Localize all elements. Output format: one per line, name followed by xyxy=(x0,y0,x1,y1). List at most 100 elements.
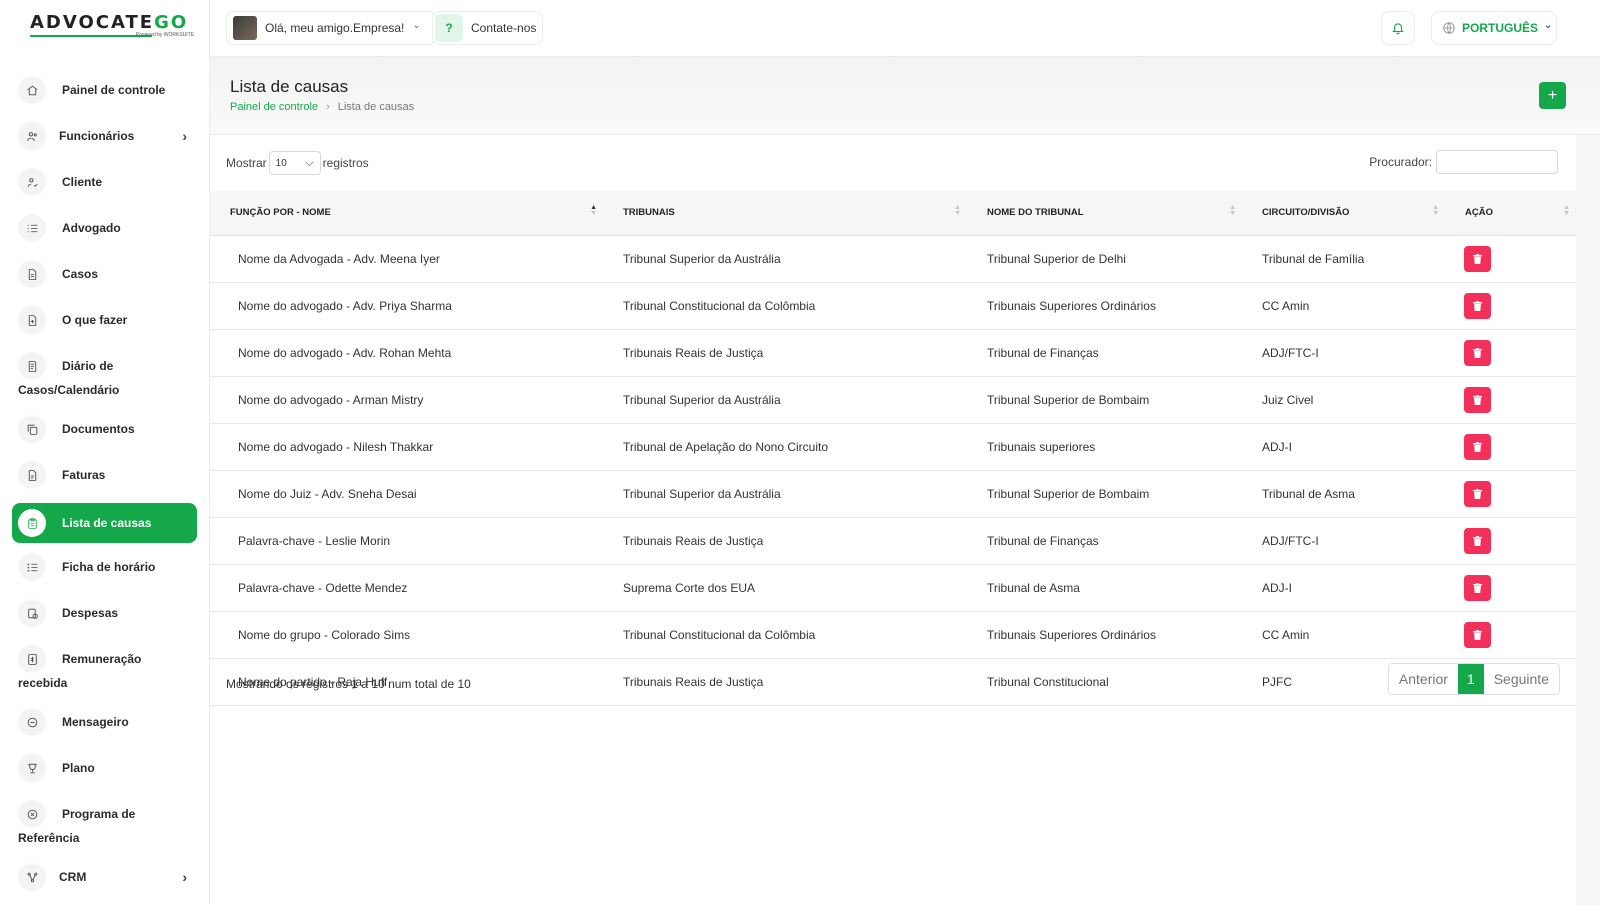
sidebar-item-label: Ficha de horário xyxy=(62,560,156,574)
table-cell: Nome do grupo - Colorado Sims xyxy=(210,611,603,659)
sidebar-item-label: Funcionários xyxy=(59,129,135,143)
table-cell: Nome do advogado - Nilesh Thakkar xyxy=(210,423,603,471)
trash-icon xyxy=(1473,441,1482,452)
delete-button[interactable] xyxy=(1464,386,1491,413)
delete-button[interactable] xyxy=(1464,433,1491,460)
table-row: Palavra-chave - Odette Mendez Suprema Cor… xyxy=(210,564,1576,612)
notifications-button[interactable] xyxy=(1381,11,1415,45)
delete-button[interactable] xyxy=(1464,245,1491,272)
table-cell: Nome do Juiz - Adv. Sneha Desai xyxy=(210,470,603,518)
sidebar-item-7[interactable]: Diário de Casos/Calendário xyxy=(12,352,197,402)
checklist-icon xyxy=(18,553,46,581)
sidebar-item-12[interactable]: Despesas xyxy=(12,599,197,627)
chevron-down-icon: ⌵ xyxy=(305,156,314,169)
file-icon xyxy=(18,260,46,288)
chevron-down-icon: ⌄ xyxy=(412,19,421,31)
user-check-icon xyxy=(18,168,46,196)
page-1-button[interactable]: 1 xyxy=(1457,664,1484,694)
sidebar-item-14[interactable]: Mensageiro xyxy=(12,708,197,736)
user-menu[interactable]: Olá, meu amigo.Empresa! ⌄ xyxy=(226,11,436,45)
table-cell: Tribunal Constitucional da Colômbia xyxy=(603,282,967,330)
home-icon xyxy=(18,76,46,104)
avatar xyxy=(233,16,257,40)
table-body: Nome da Advogada - Adv. Meena Iyer Tribun… xyxy=(210,235,1576,706)
sort-icon: ▲ ▼ xyxy=(954,204,961,217)
table-cell: Tribunal Superior da Austrália xyxy=(603,376,967,424)
table-cell: Tribunais Reais de Justiça xyxy=(603,517,967,565)
column-header-2[interactable]: TRIBUNAIS ▲ ▼ xyxy=(603,191,967,236)
sidebar-item-3[interactable]: Cliente xyxy=(12,168,197,196)
page-size-select[interactable]: 10 ⌵ xyxy=(268,151,321,175)
trash-icon xyxy=(1473,347,1482,358)
delete-button[interactable] xyxy=(1464,292,1491,319)
table-cell: Tribunal de Asma xyxy=(1242,470,1445,518)
table-cell: Tribunal de Finanças xyxy=(967,329,1242,377)
table-cell: Nome do advogado - Adv. Priya Sharma xyxy=(210,282,603,330)
column-header-1[interactable]: FUNÇÃO POR - NOME ▲ ▼ xyxy=(210,191,603,236)
table-row: Nome do grupo - Colorado Sims Tribunal Co… xyxy=(210,611,1576,659)
next-page-button[interactable]: Seguinte xyxy=(1483,664,1559,694)
chevron-down-icon: ⌄ xyxy=(1544,19,1553,31)
chat-icon xyxy=(18,708,46,736)
logo-underline xyxy=(30,35,152,37)
table-cell: CC Amin xyxy=(1242,282,1445,330)
prev-page-button[interactable]: Anterior xyxy=(1388,664,1458,694)
sidebar-item-label: Casos xyxy=(62,267,99,281)
sidebar-item-label: Documentos xyxy=(62,422,135,436)
table-cell: Palavra-chave - Leslie Morin xyxy=(210,517,603,565)
sidebar-item-5[interactable]: Casos xyxy=(12,260,197,288)
table-cell: Tribunal Superior de Bombaim xyxy=(967,470,1242,518)
search-label: Procurador: xyxy=(1369,155,1432,169)
sidebar-item-4[interactable]: Advogado xyxy=(12,214,197,242)
action-cell xyxy=(1445,376,1576,424)
expense-icon xyxy=(18,599,46,627)
breadcrumb: Painel de controle › Lista de causas xyxy=(230,101,1580,113)
breadcrumb-root-link[interactable]: Painel de controle xyxy=(230,101,318,113)
sidebar-item-8[interactable]: Documentos xyxy=(12,415,197,443)
page-title: Lista de causas xyxy=(230,77,349,96)
column-header-label: NOME DO TRIBUNAL xyxy=(987,207,1084,219)
sidebar-item-label: Remuneração xyxy=(62,652,142,666)
logo-text: ADVOCATEGO xyxy=(30,12,189,33)
trash-icon xyxy=(1473,535,1482,546)
add-cause-button[interactable]: + xyxy=(1539,82,1566,109)
column-header-label: TRIBUNAIS xyxy=(623,207,675,219)
sidebar-item-label: Cliente xyxy=(62,175,103,189)
sidebar-item-6[interactable]: O que fazer xyxy=(12,306,197,334)
table-header-row: FUNÇÃO POR - NOME ▲ ▼ TRIBUNAIS ▲ ▼ NOME DO TR… xyxy=(210,191,1576,236)
table-row: Nome do advogado - Nilesh Thakkar Tribuna… xyxy=(210,423,1576,471)
sidebar-item-1[interactable]: Painel de controle xyxy=(12,76,197,104)
search-input[interactable] xyxy=(1436,150,1558,174)
delete-button[interactable] xyxy=(1464,480,1491,507)
sidebar-item-16[interactable]: Programa de Referência xyxy=(12,800,197,850)
table-cell: Nome do advogado - Adv. Rohan Mehta xyxy=(210,329,603,377)
contact-button[interactable]: ? Contate-nos xyxy=(432,11,544,45)
column-header-3[interactable]: NOME DO TRIBUNAL ▲ ▼ xyxy=(967,191,1242,236)
delete-button[interactable] xyxy=(1464,339,1491,366)
sidebar-item-10[interactable]: Lista de causas xyxy=(12,503,197,543)
sidebar-item-13[interactable]: Remuneração recebida xyxy=(12,645,197,695)
sidebar-item-label: Faturas xyxy=(62,468,106,482)
sort-icon: ▲ ▼ xyxy=(1432,204,1439,217)
table-cell: ADJ-I xyxy=(1242,564,1445,612)
logo[interactable]: ADVOCATEGO Powered by WORKSUITE xyxy=(0,0,209,52)
column-header-4[interactable]: CIRCUITO/DIVISÃO ▲ ▼ xyxy=(1242,191,1445,236)
table-row: Palavra-chave - Leslie Morin Tribunais Re… xyxy=(210,517,1576,565)
sidebar: ADVOCATEGO Powered by WORKSUITE Painel d… xyxy=(0,0,210,905)
table-row: Nome do advogado - Adv. Priya Sharma Trib… xyxy=(210,282,1576,330)
language-selector[interactable]: PORTUGUÊS ⌄ xyxy=(1431,11,1557,45)
breadcrumb-separator: › xyxy=(326,101,330,113)
sidebar-item-11[interactable]: Ficha de horário xyxy=(12,553,197,581)
sidebar-item-17[interactable]: CRM › xyxy=(12,863,197,891)
delete-button[interactable] xyxy=(1464,527,1491,554)
table-cell: Tribunais Superiores Ordinários xyxy=(967,611,1242,659)
column-header-5[interactable]: AÇÃO ▲ ▼ xyxy=(1445,191,1576,236)
sidebar-item-15[interactable]: Plano xyxy=(12,754,197,782)
sidebar-item-2[interactable]: Funcionários › xyxy=(12,122,197,150)
logo-subtitle: Powered by WORKSUITE xyxy=(136,32,195,38)
sidebar-item-label-line2: Referência xyxy=(18,831,80,845)
delete-button[interactable] xyxy=(1464,574,1491,601)
sidebar-item-9[interactable]: Faturas xyxy=(12,461,197,489)
delete-button[interactable] xyxy=(1464,621,1491,648)
chevron-right-icon: › xyxy=(182,869,187,885)
